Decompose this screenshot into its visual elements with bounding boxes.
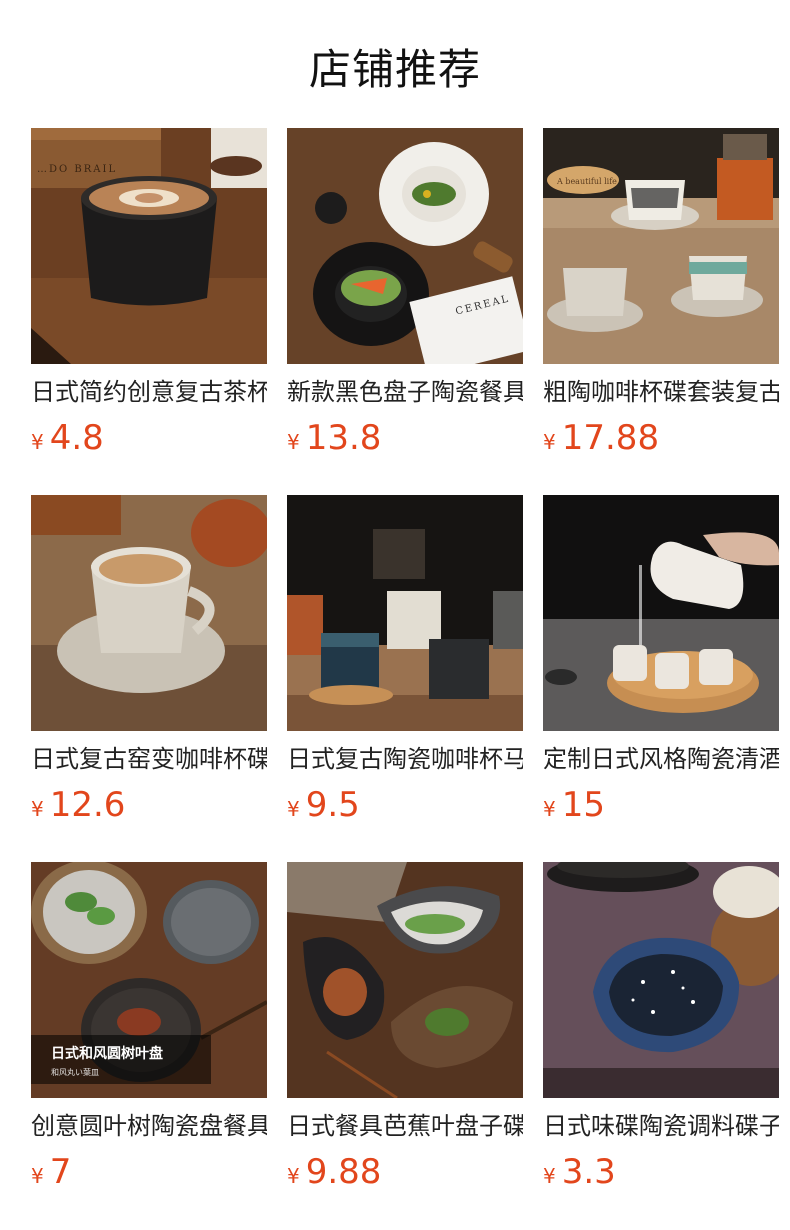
product-price: ¥3.3 bbox=[543, 1150, 779, 1194]
product-price: ¥13.8 bbox=[287, 416, 523, 460]
currency-symbol: ¥ bbox=[287, 1164, 300, 1188]
product-card[interactable]: 日式和风圆树叶盘 和风丸い葉皿 创意圆叶树陶瓷盘餐具 ¥7 bbox=[31, 862, 267, 1194]
price-value: 9.5 bbox=[306, 785, 360, 825]
currency-symbol: ¥ bbox=[287, 430, 300, 454]
product-image-black-coffee-cup[interactable]: …DO BRAIL bbox=[31, 128, 267, 364]
product-name[interactable]: 创意圆叶树陶瓷盘餐具 bbox=[31, 1110, 267, 1142]
product-price: ¥15 bbox=[543, 783, 779, 827]
product-card[interactable]: 日式餐具芭蕉叶盘子碟 ¥9.88 bbox=[287, 862, 523, 1194]
price-value: 15 bbox=[562, 785, 605, 825]
product-card[interactable]: 日式味碟陶瓷调料碟子 ¥3.3 bbox=[543, 862, 779, 1194]
product-card[interactable]: CEREAL 新款黑色盘子陶瓷餐具 ¥13.8 bbox=[287, 128, 523, 460]
product-image-mugs-stack[interactable] bbox=[287, 495, 523, 731]
product-image-banana-leaf-plates[interactable] bbox=[287, 862, 523, 1098]
product-card[interactable]: 日式复古陶瓷咖啡杯马克杯 ¥9.5 bbox=[287, 495, 523, 827]
product-image-black-plate-salad[interactable]: CEREAL bbox=[287, 128, 523, 364]
product-name[interactable]: 日式复古陶瓷咖啡杯马克杯 bbox=[287, 743, 523, 775]
product-price: ¥12.6 bbox=[31, 783, 267, 827]
product-name[interactable]: 新款黑色盘子陶瓷餐具 bbox=[287, 376, 523, 408]
currency-symbol: ¥ bbox=[31, 797, 44, 821]
product-card[interactable]: …DO BRAIL 日式简约创意复古茶杯 ¥4.8 bbox=[31, 128, 267, 460]
currency-symbol: ¥ bbox=[31, 430, 44, 454]
product-price: ¥17.88 bbox=[543, 416, 779, 460]
price-value: 12.6 bbox=[50, 785, 126, 825]
product-price: ¥9.5 bbox=[287, 783, 523, 827]
product-price: ¥4.8 bbox=[31, 416, 267, 460]
product-name[interactable]: 粗陶咖啡杯碟套装复古 bbox=[543, 376, 779, 408]
currency-symbol: ¥ bbox=[543, 797, 556, 821]
product-image-cups-saucers-table[interactable]: A beautiful life bbox=[543, 128, 779, 364]
product-image-sake-set[interactable] bbox=[543, 495, 779, 731]
image-text: …DO BRAIL bbox=[37, 164, 117, 175]
price-value: 4.8 bbox=[50, 418, 104, 458]
product-name[interactable]: 日式餐具芭蕉叶盘子碟 bbox=[287, 1110, 523, 1142]
price-value: 7 bbox=[50, 1152, 72, 1192]
image-text: A beautiful life bbox=[557, 177, 617, 186]
product-price: ¥9.88 bbox=[287, 1150, 523, 1194]
product-grid: …DO BRAIL 日式简约创意复古茶杯 ¥4.8 bbox=[0, 0, 790, 1230]
currency-symbol: ¥ bbox=[543, 1164, 556, 1188]
product-name[interactable]: 定制日式风格陶瓷清酒壶 bbox=[543, 743, 779, 775]
price-value: 3.3 bbox=[562, 1152, 616, 1192]
product-image-milk-tea-cup[interactable] bbox=[31, 495, 267, 731]
currency-symbol: ¥ bbox=[31, 1164, 44, 1188]
currency-symbol: ¥ bbox=[543, 430, 556, 454]
product-card[interactable]: 定制日式风格陶瓷清酒壶 ¥15 bbox=[543, 495, 779, 827]
image-text: 日式和风圆树叶盘 bbox=[51, 1043, 201, 1063]
product-price: ¥7 bbox=[31, 1150, 267, 1194]
price-value: 13.8 bbox=[306, 418, 382, 458]
product-name[interactable]: 日式味碟陶瓷调料碟子 bbox=[543, 1110, 779, 1142]
product-name[interactable]: 日式复古窑变咖啡杯碟 bbox=[31, 743, 267, 775]
image-caption: 日式和风圆树叶盘 和风丸い葉皿 bbox=[31, 1035, 211, 1084]
product-name[interactable]: 日式简约创意复古茶杯 bbox=[31, 376, 267, 408]
product-image-leaf-plates[interactable]: 日式和风圆树叶盘 和风丸い葉皿 bbox=[31, 862, 267, 1098]
currency-symbol: ¥ bbox=[287, 797, 300, 821]
price-value: 17.88 bbox=[562, 418, 659, 458]
image-text: 和风丸い葉皿 bbox=[51, 1067, 201, 1078]
price-value: 9.88 bbox=[306, 1152, 382, 1192]
product-image-sauce-dish[interactable] bbox=[543, 862, 779, 1098]
product-card[interactable]: A beautiful life 粗陶咖啡杯碟套装复古 ¥17.88 bbox=[543, 128, 779, 460]
product-card[interactable]: 日式复古窑变咖啡杯碟 ¥12.6 bbox=[31, 495, 267, 827]
